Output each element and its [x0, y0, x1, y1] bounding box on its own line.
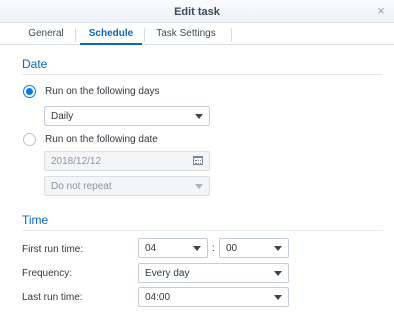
frequency-label: Frequency:: [22, 268, 73, 279]
time-section-heading: Time: [22, 213, 382, 231]
calendar-icon[interactable]: [193, 156, 203, 165]
run-days-radio[interactable]: [23, 85, 36, 98]
repeat-select-value: Do not repeat: [51, 181, 112, 192]
last-run-value: 04:00: [145, 292, 171, 303]
chevron-down-icon: [274, 271, 282, 276]
date-section-heading: Date: [22, 57, 382, 75]
time-separator: :: [212, 243, 215, 254]
chevron-down-icon: [195, 114, 203, 119]
days-select[interactable]: Daily: [44, 106, 210, 126]
close-icon[interactable]: ×: [374, 4, 388, 18]
tab-divider: [231, 28, 232, 42]
run-date-radio[interactable]: [23, 133, 36, 146]
tab-divider: [75, 28, 76, 42]
first-run-hour-select[interactable]: 04: [138, 238, 208, 258]
chevron-down-icon: [274, 295, 282, 300]
tab-bar: General Schedule Task Settings: [0, 23, 394, 45]
date-input[interactable]: 2018/12/12: [44, 151, 210, 171]
first-run-minute-select[interactable]: 00: [219, 238, 289, 258]
first-run-minute-value: 00: [226, 243, 238, 254]
dialog-title: Edit task: [174, 6, 220, 18]
chevron-down-icon: [193, 246, 201, 251]
tab-task-settings[interactable]: Task Settings: [148, 25, 224, 45]
tab-schedule[interactable]: Schedule: [80, 25, 142, 45]
first-run-hour-value: 04: [145, 243, 157, 254]
tab-general[interactable]: General: [18, 25, 74, 45]
frequency-select[interactable]: Every day: [138, 263, 289, 283]
frequency-value: Every day: [145, 268, 190, 279]
date-input-value: 2018/12/12: [51, 156, 102, 167]
first-run-label: First run time:: [22, 244, 84, 255]
last-run-label: Last run time:: [22, 292, 83, 303]
chevron-down-icon: [274, 246, 282, 251]
dialog-title-bar: Edit task ×: [0, 0, 394, 23]
run-date-label: Run on the following date: [45, 134, 158, 145]
tab-divider: [144, 28, 145, 42]
chevron-down-icon: [195, 184, 203, 189]
run-days-label: Run on the following days: [45, 86, 160, 97]
last-run-select[interactable]: 04:00: [138, 287, 289, 307]
days-select-value: Daily: [51, 111, 74, 122]
repeat-select[interactable]: Do not repeat: [44, 176, 210, 196]
